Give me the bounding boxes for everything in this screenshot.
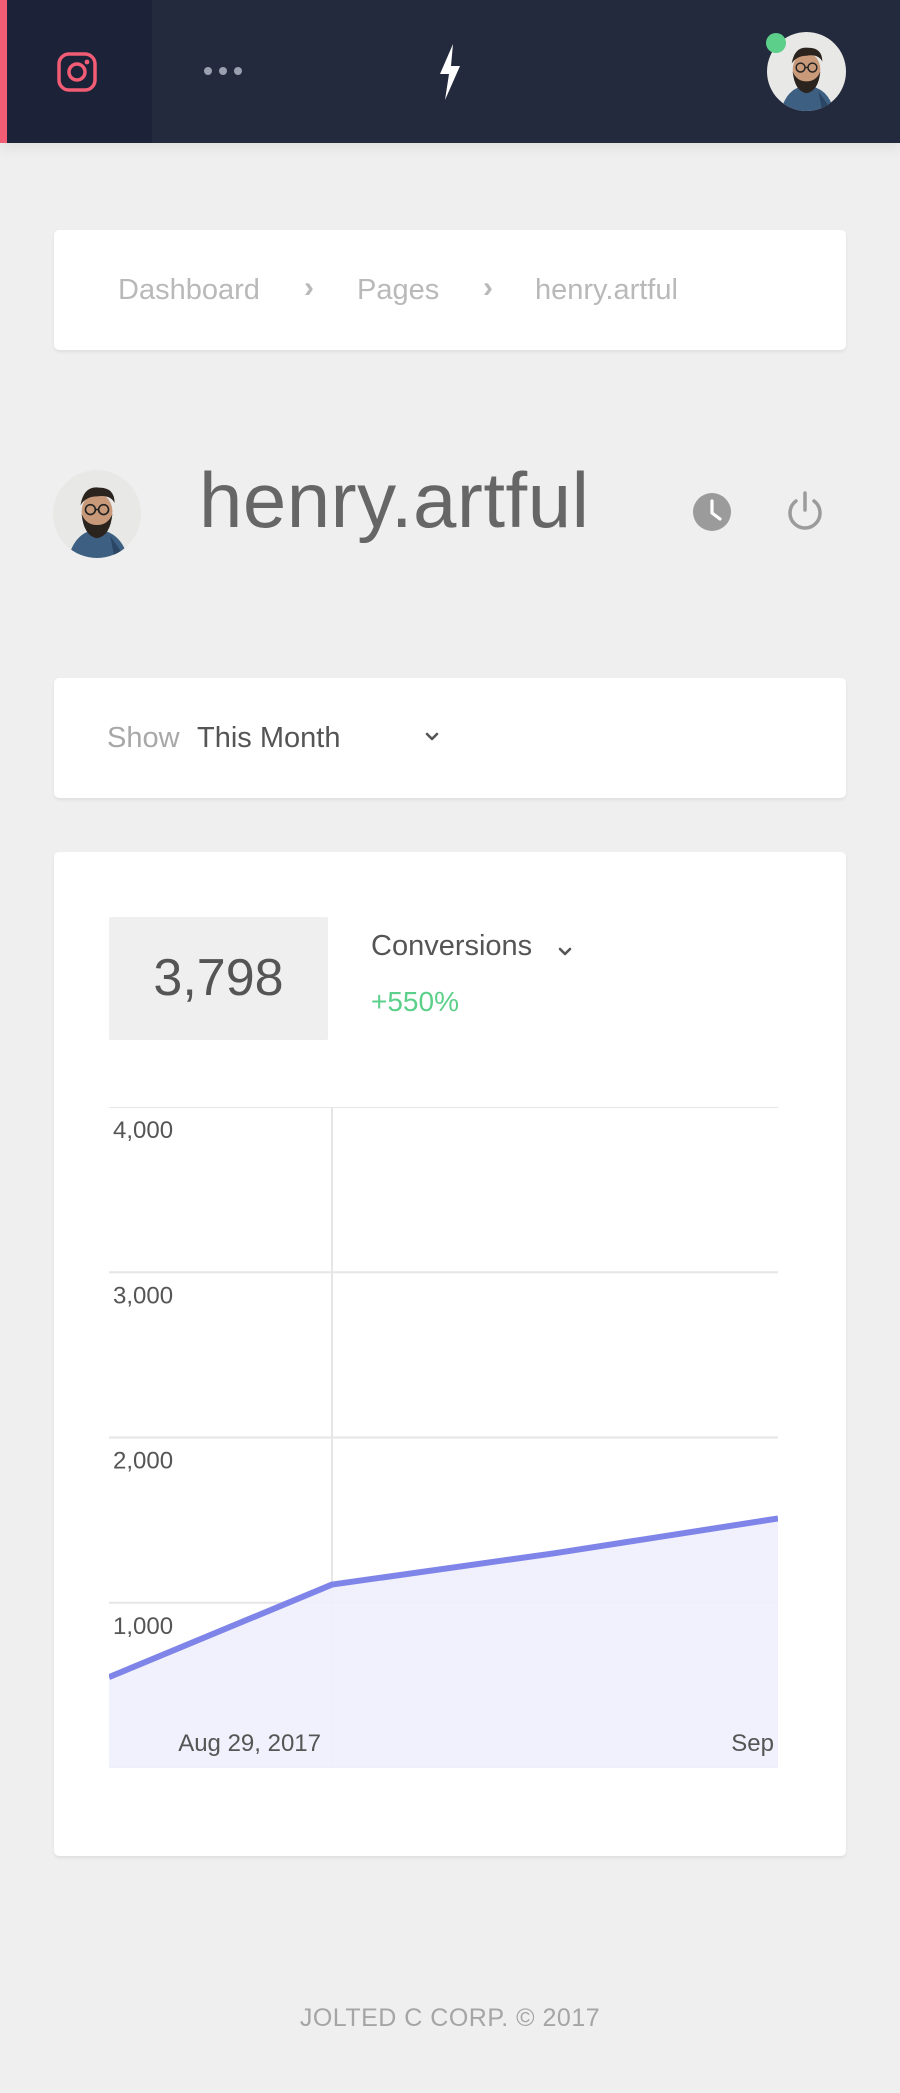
instagram-icon[interactable] (55, 50, 99, 94)
y-tick-label: 2,000 (113, 1448, 173, 1475)
active-accent-bar (0, 0, 7, 143)
y-tick-label: 1,000 (113, 1613, 173, 1640)
clock-icon[interactable] (692, 492, 732, 532)
stat-value: 3,798 (109, 917, 328, 1040)
page-title: henry.artful (199, 456, 590, 544)
app-switcher-tile[interactable] (0, 0, 152, 143)
x-tick-label: Aug 29, 2017 (178, 1730, 321, 1757)
footer-copyright: JOLTED C CORP. © 2017 (299, 2004, 601, 2032)
profile-avatar (53, 470, 141, 558)
filter-label: Show (107, 722, 180, 754)
period-select[interactable]: This Month (197, 678, 340, 798)
breadcrumb-pages[interactable]: Pages (357, 230, 439, 350)
chevron-down-icon[interactable] (557, 944, 573, 960)
conversions-chart: 1,000 2,000 3,000 4,000 Aug 29, 2017 Sep (109, 1107, 778, 1768)
more-horizontal-icon[interactable] (201, 64, 245, 78)
online-status-dot (766, 33, 786, 53)
x-tick-label: Sep (731, 1730, 774, 1757)
breadcrumb: Dashboard › Pages › henry.artful (54, 230, 846, 350)
breadcrumb-dashboard[interactable]: Dashboard (118, 230, 260, 350)
y-tick-label: 3,000 (113, 1282, 173, 1309)
metric-select[interactable]: Conversions (371, 930, 532, 963)
breadcrumb-current: henry.artful (535, 274, 678, 306)
lightning-bolt-icon (440, 44, 460, 100)
y-tick-label: 4,000 (113, 1117, 173, 1144)
chart-canvas: 1,000 2,000 3,000 4,000 Aug 29, 2017 Sep (109, 1107, 778, 1768)
breadcrumb-separator: › (304, 271, 314, 304)
power-icon[interactable] (783, 489, 827, 533)
date-filter-card: Show This Month (54, 678, 846, 798)
stats-card: 3,798 Conversions +550% 1,000 2,000 3,000 4… (54, 852, 846, 1856)
chevron-down-icon[interactable] (424, 729, 440, 745)
top-navbar (0, 0, 900, 143)
breadcrumb-separator: › (483, 271, 493, 304)
metric-change-percent: +550% (371, 986, 459, 1017)
